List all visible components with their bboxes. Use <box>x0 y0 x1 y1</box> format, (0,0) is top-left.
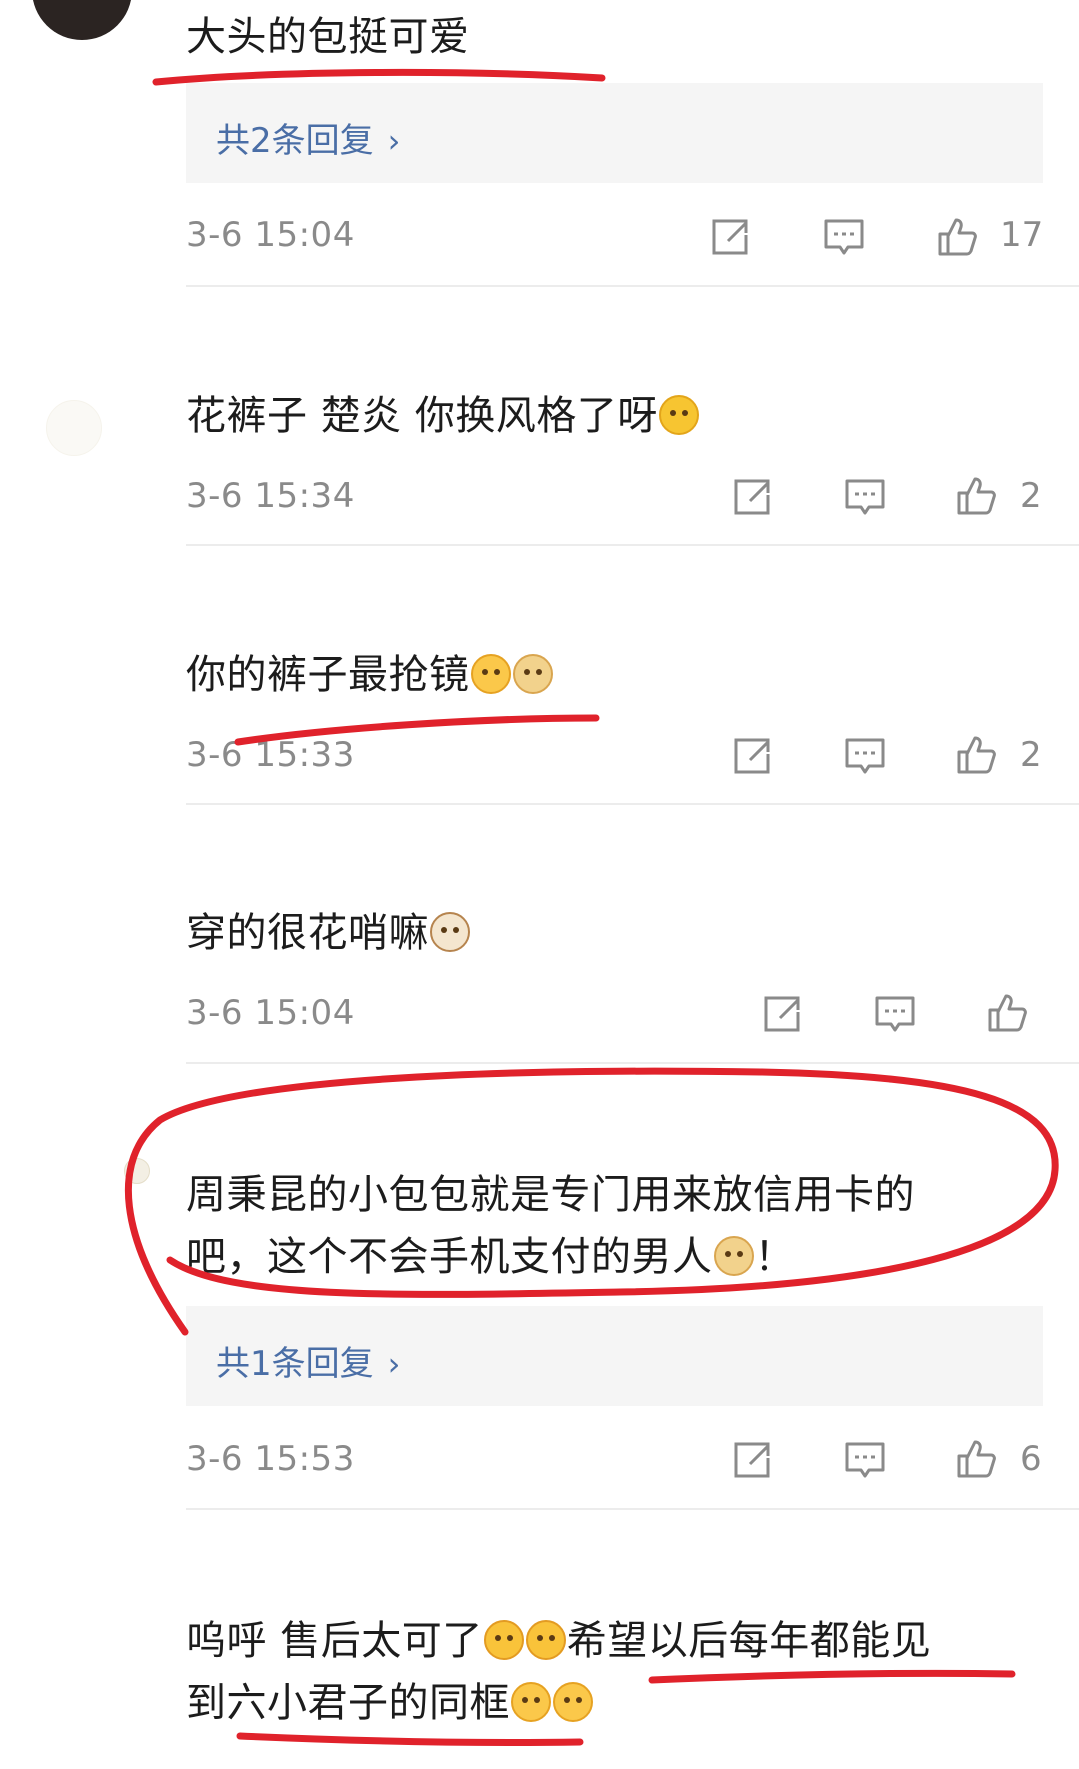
avatar[interactable] <box>46 400 102 456</box>
comment-icon <box>824 219 864 255</box>
share-icon <box>712 219 748 255</box>
comment-timestamp: 3-6 15:33 <box>186 735 355 775</box>
share-button[interactable] <box>730 734 774 778</box>
like-button[interactable] <box>936 214 980 258</box>
comment-icon <box>845 738 885 774</box>
like-button[interactable] <box>955 1436 999 1480</box>
underline-mark <box>236 1732 584 1747</box>
reply-button[interactable] <box>843 734 887 778</box>
comment-timestamp: 3-6 15:34 <box>186 476 355 516</box>
chevron-right-icon: › <box>387 1345 401 1383</box>
like-button[interactable] <box>955 732 999 776</box>
comment-timestamp: 3-6 15:04 <box>186 215 355 255</box>
like-count: 2 <box>1020 735 1042 775</box>
reply-thread-box[interactable]: 共2条回复 › <box>186 83 1043 183</box>
reply-button[interactable] <box>822 215 866 259</box>
thumbs-up-icon <box>988 994 1027 1032</box>
shy-emoji-icon <box>553 1682 593 1722</box>
like-count: 2 <box>1020 476 1042 516</box>
share-button[interactable] <box>708 215 752 259</box>
thumbs-up-icon <box>957 477 996 515</box>
reply-thread-box[interactable]: 共1条回复 › <box>186 1306 1043 1406</box>
comment-timestamp: 3-6 15:53 <box>186 1439 355 1479</box>
divider <box>186 1508 1079 1510</box>
thumbs-up-icon <box>957 736 996 774</box>
reply-count-link[interactable]: 共1条回复 <box>216 1344 374 1384</box>
comment-timestamp: 3-6 15:04 <box>186 993 355 1033</box>
underline-mark <box>152 68 606 86</box>
reply-button[interactable] <box>873 992 917 1036</box>
thumbs-up-icon <box>957 1440 996 1478</box>
reply-count-link[interactable]: 共2条回复 <box>216 121 374 161</box>
reply-button[interactable] <box>843 1438 887 1482</box>
comment-text: 你的裤子最抢镜 <box>186 644 554 706</box>
comment-icon <box>845 479 885 515</box>
comment-text: 穿的很花哨嘛 <box>186 902 471 964</box>
share-icon <box>734 738 770 774</box>
doge-emoji-icon <box>512 654 553 694</box>
divider <box>186 1062 1079 1064</box>
comment-icon <box>875 996 915 1032</box>
comment-text: 呜呼 售后太可了 希望以后每年都能见 到六小君子的同框 <box>186 1618 932 1726</box>
share-icon <box>734 1442 770 1478</box>
shy-emoji-icon <box>511 1682 551 1722</box>
avatar[interactable] <box>32 0 132 40</box>
like-count: 17 <box>1000 215 1044 255</box>
thinking-emoji-icon <box>470 654 511 694</box>
chevron-right-icon: › <box>387 122 401 160</box>
crying-emoji-icon <box>525 1620 566 1660</box>
divider <box>186 544 1079 546</box>
divider <box>186 803 1079 805</box>
divider <box>186 285 1079 287</box>
comment-text: 大头的包挺可爱 <box>186 14 470 60</box>
crying-emoji-icon <box>483 1620 524 1660</box>
share-button[interactable] <box>760 992 804 1036</box>
like-button[interactable] <box>986 990 1030 1034</box>
comment-icon <box>845 1442 885 1478</box>
comment-text: 周秉昆的小包包就是专门用来放信用卡的 吧，这个不会手机支付的男人！ <box>186 1172 915 1280</box>
reply-button[interactable] <box>843 475 887 519</box>
share-icon <box>764 996 800 1032</box>
thumbs-up-icon <box>938 218 977 256</box>
comment-text: 花裤子 楚炎 你换风格了呀 <box>186 385 700 447</box>
like-count: 6 <box>1020 1439 1042 1479</box>
share-button[interactable] <box>730 1438 774 1482</box>
smile-emoji-icon <box>658 395 699 435</box>
annotation-overlay <box>124 68 1059 1747</box>
share-icon <box>734 479 770 515</box>
like-button[interactable] <box>955 473 999 517</box>
share-button[interactable] <box>730 475 774 519</box>
doge-emoji-icon <box>713 1236 754 1276</box>
avatar[interactable] <box>124 1158 150 1184</box>
cat-emoji-icon <box>430 912 470 952</box>
